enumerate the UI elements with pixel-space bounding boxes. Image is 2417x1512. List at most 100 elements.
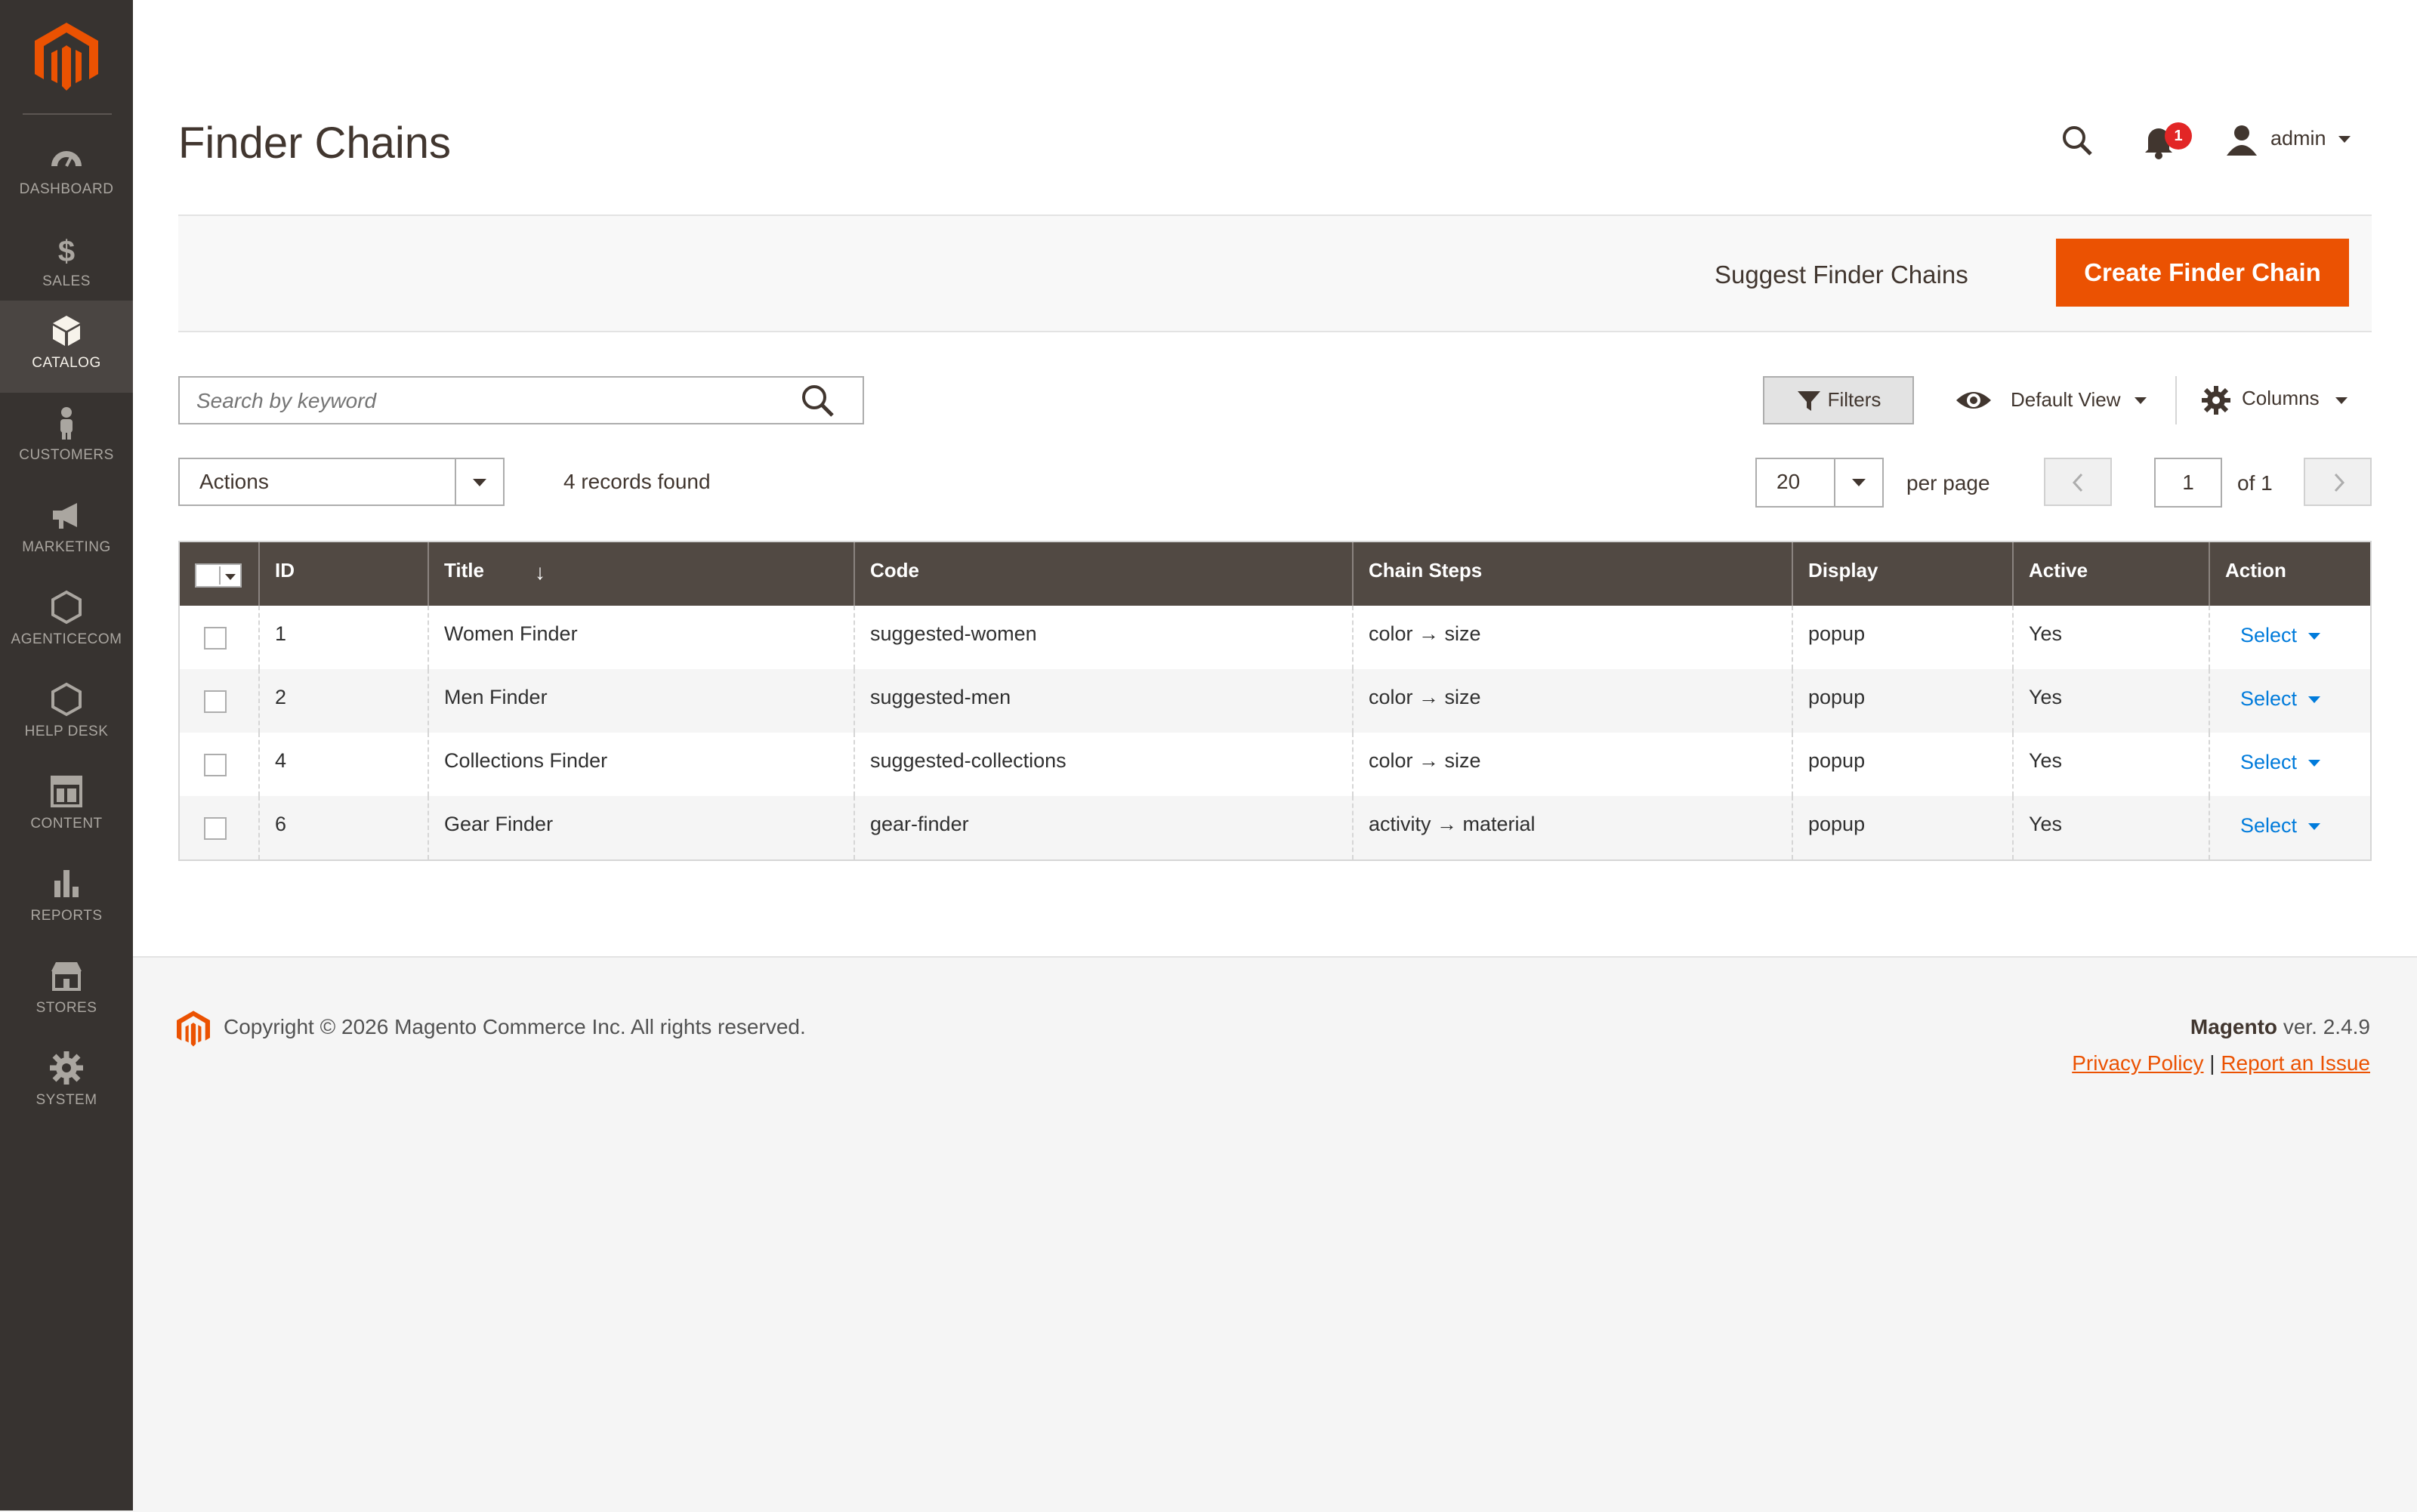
search-icon[interactable] xyxy=(2059,122,2095,159)
eye-icon[interactable] xyxy=(1955,388,1993,412)
main-content: Finder Chains 1 admin Suggest Finder Cha… xyxy=(133,0,2417,956)
sidebar-item-customers[interactable]: CUSTOMERS xyxy=(0,393,133,485)
sidebar-item-help-desk[interactable]: HELP DESK xyxy=(0,669,133,761)
actions-label: Actions xyxy=(199,470,269,493)
funnel-icon xyxy=(1797,391,1820,412)
checkbox[interactable] xyxy=(198,566,221,585)
column-header-id[interactable]: ID xyxy=(260,542,429,606)
column-label: Display xyxy=(1808,559,1878,582)
row-checkbox[interactable] xyxy=(204,817,227,840)
row-action-select[interactable]: Select xyxy=(2240,751,2297,774)
column-header-code[interactable]: Code xyxy=(855,542,1354,606)
sidebar-item-content[interactable]: CONTENT xyxy=(0,761,133,853)
row-action-select[interactable]: Select xyxy=(2240,814,2297,838)
cell-code: suggested-men xyxy=(855,669,1354,733)
next-page-button[interactable] xyxy=(2304,458,2372,506)
hexagon-icon xyxy=(51,682,82,717)
sidebar-item-reports[interactable]: REPORTS xyxy=(0,853,133,946)
sidebar-item-marketing[interactable]: MARKETING xyxy=(0,485,133,577)
table-row: 2 Men Finder suggested-men color → size … xyxy=(180,669,2370,733)
cell-active: Yes xyxy=(2014,606,2210,669)
cell-title: Collections Finder xyxy=(429,733,855,796)
sidebar-item-label: SYSTEM xyxy=(35,1092,97,1108)
magento-logo-icon xyxy=(177,1011,210,1047)
link-separator: | xyxy=(2209,1051,2215,1075)
cell-display: popup xyxy=(1793,796,2014,859)
filters-button[interactable]: Filters xyxy=(1763,376,1914,424)
sidebar-item-label: CUSTOMERS xyxy=(19,447,114,463)
suggest-finder-chains-button[interactable]: Suggest Finder Chains xyxy=(1699,252,1983,298)
mass-actions-select[interactable]: Actions xyxy=(178,458,505,506)
privacy-policy-link[interactable]: Privacy Policy xyxy=(2072,1051,2203,1075)
keyword-search-field xyxy=(178,376,864,424)
admin-sidebar: DASHBOARD $ SALES CATALOG CUSTOMERS MARK… xyxy=(0,0,133,1510)
column-header-chain-steps[interactable]: Chain Steps xyxy=(1354,542,1793,606)
view-switcher[interactable]: Default View xyxy=(2011,388,2121,412)
columns-control[interactable]: Columns xyxy=(2242,387,2320,410)
per-page-value: 20 xyxy=(1776,470,1801,493)
sidebar-item-agenticecom[interactable]: AGENTICECOM xyxy=(0,577,133,669)
sidebar-item-dashboard[interactable]: DASHBOARD xyxy=(0,127,133,219)
sidebar-item-label: CATALOG xyxy=(32,355,101,371)
magento-logo-icon[interactable] xyxy=(35,23,98,91)
gear-icon[interactable] xyxy=(2201,385,2231,415)
create-finder-chain-button[interactable]: Create Finder Chain xyxy=(2056,239,2349,307)
row-checkbox[interactable] xyxy=(204,627,227,650)
content-layout-icon xyxy=(51,776,82,807)
dropdown-toggle[interactable] xyxy=(1834,459,1882,506)
dollar-icon: $ xyxy=(58,235,75,267)
chevron-down-icon xyxy=(2335,397,2348,404)
row-checkbox[interactable] xyxy=(204,754,227,776)
sidebar-item-sales[interactable]: $ SALES xyxy=(0,219,133,311)
row-checkbox[interactable] xyxy=(204,690,227,713)
version-info: Magento ver. 2.4.9 xyxy=(2190,1015,2370,1039)
filters-label: Filters xyxy=(1827,387,1881,411)
sidebar-item-label: DASHBOARD xyxy=(19,181,114,197)
table-row: 4 Collections Finder suggested-collectio… xyxy=(180,733,2370,796)
records-count: 4 records found xyxy=(563,470,711,493)
chevron-left-icon xyxy=(2072,473,2083,492)
chevron-right-icon xyxy=(2334,473,2345,492)
table-row: 6 Gear Finder gear-finder activity → mat… xyxy=(180,796,2370,859)
svg-text:$: $ xyxy=(58,235,75,267)
sidebar-item-stores[interactable]: STORES xyxy=(0,946,133,1038)
chevron-down-icon xyxy=(2308,823,2320,830)
column-header-active[interactable]: Active xyxy=(2014,542,2210,606)
copyright-text: Copyright © 2026 Magento Commerce Inc. A… xyxy=(224,1015,806,1038)
cell-display: popup xyxy=(1793,606,2014,669)
column-header-action: Action xyxy=(2210,542,2370,606)
sidebar-item-label: HELP DESK xyxy=(24,724,109,739)
cell-code: suggested-women xyxy=(855,606,1354,669)
user-icon[interactable] xyxy=(2225,124,2258,157)
cell-id: 4 xyxy=(260,733,429,796)
dropdown-toggle[interactable] xyxy=(455,459,503,505)
cell-active: Yes xyxy=(2014,733,2210,796)
megaphone-icon xyxy=(53,503,77,529)
column-header-title[interactable]: Title xyxy=(429,542,855,606)
chevron-down-icon xyxy=(225,574,236,580)
cell-display: popup xyxy=(1793,733,2014,796)
grid-header-row: ID ↓ Title Code Chain Steps Display Acti… xyxy=(180,542,2370,606)
row-select-cell xyxy=(180,733,260,796)
sidebar-item-catalog[interactable]: CATALOG xyxy=(0,301,133,393)
row-action-select[interactable]: Select xyxy=(2240,687,2297,711)
sidebar-item-label: REPORTS xyxy=(30,908,103,924)
previous-page-button[interactable] xyxy=(2044,458,2112,506)
per-page-select[interactable]: 20 xyxy=(1755,458,1884,508)
report-issue-link[interactable]: Report an Issue xyxy=(2221,1051,2370,1075)
column-label: Action xyxy=(2225,559,2286,582)
mass-select-checkbox[interactable] xyxy=(195,563,242,588)
search-input[interactable] xyxy=(195,384,787,418)
admin-user-menu[interactable]: admin xyxy=(2270,127,2326,150)
chevron-down-icon xyxy=(473,479,486,486)
search-submit-icon[interactable] xyxy=(799,382,835,418)
sidebar-divider xyxy=(23,113,112,115)
sidebar-item-label: AGENTICECOM xyxy=(11,631,122,647)
select-all-header xyxy=(180,542,260,606)
store-icon xyxy=(51,962,82,991)
current-page-input[interactable] xyxy=(2154,458,2222,508)
column-header-display[interactable]: Display xyxy=(1793,542,2014,606)
cell-title: Gear Finder xyxy=(429,796,855,859)
sidebar-item-system[interactable]: SYSTEM xyxy=(0,1038,133,1130)
row-action-select[interactable]: Select xyxy=(2240,624,2297,647)
